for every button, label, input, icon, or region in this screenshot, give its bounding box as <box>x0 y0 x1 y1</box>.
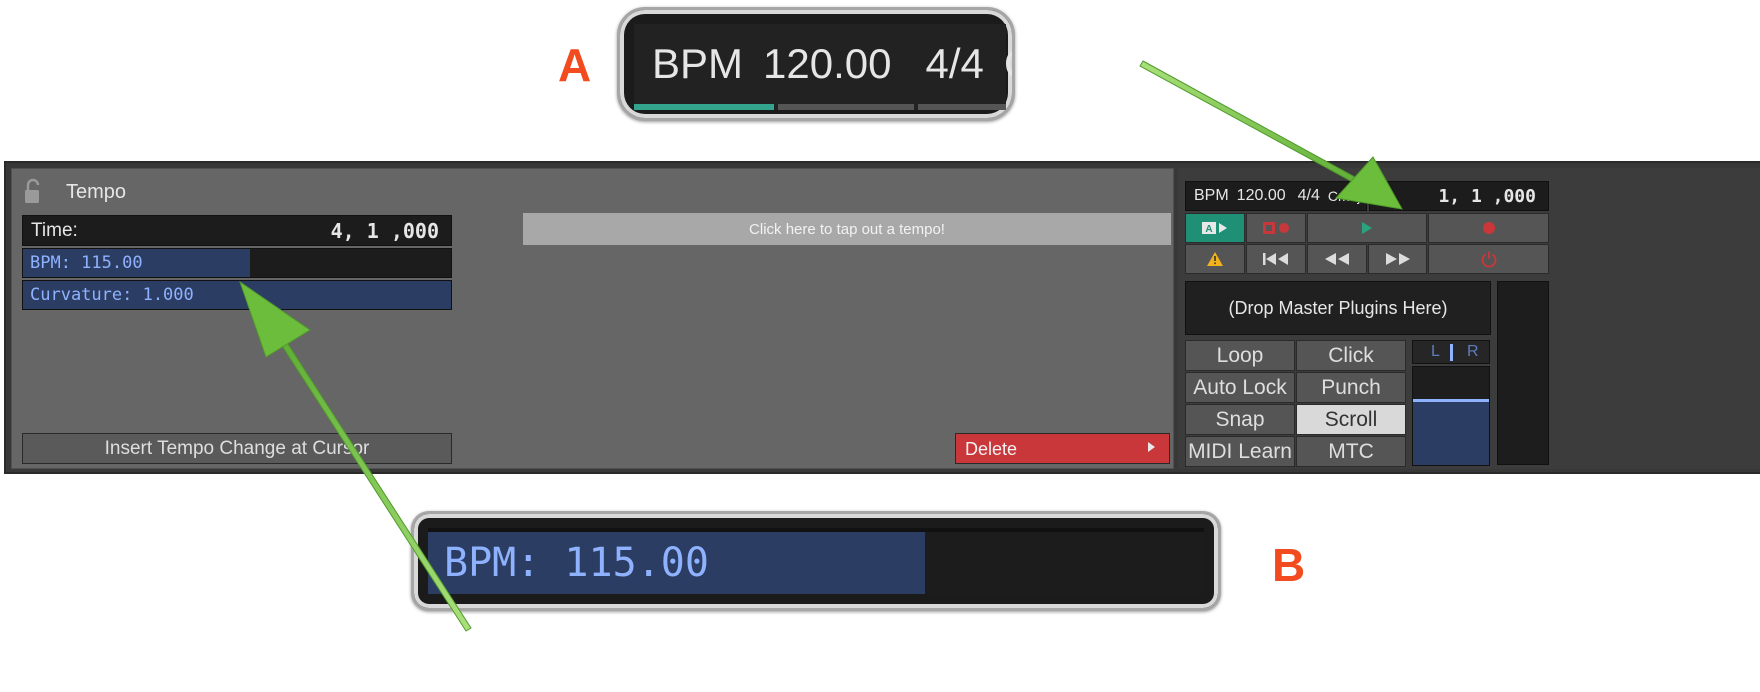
arrow-a <box>1139 60 1403 210</box>
arrow-b <box>239 280 472 632</box>
arrows-overlay <box>239 60 1403 632</box>
